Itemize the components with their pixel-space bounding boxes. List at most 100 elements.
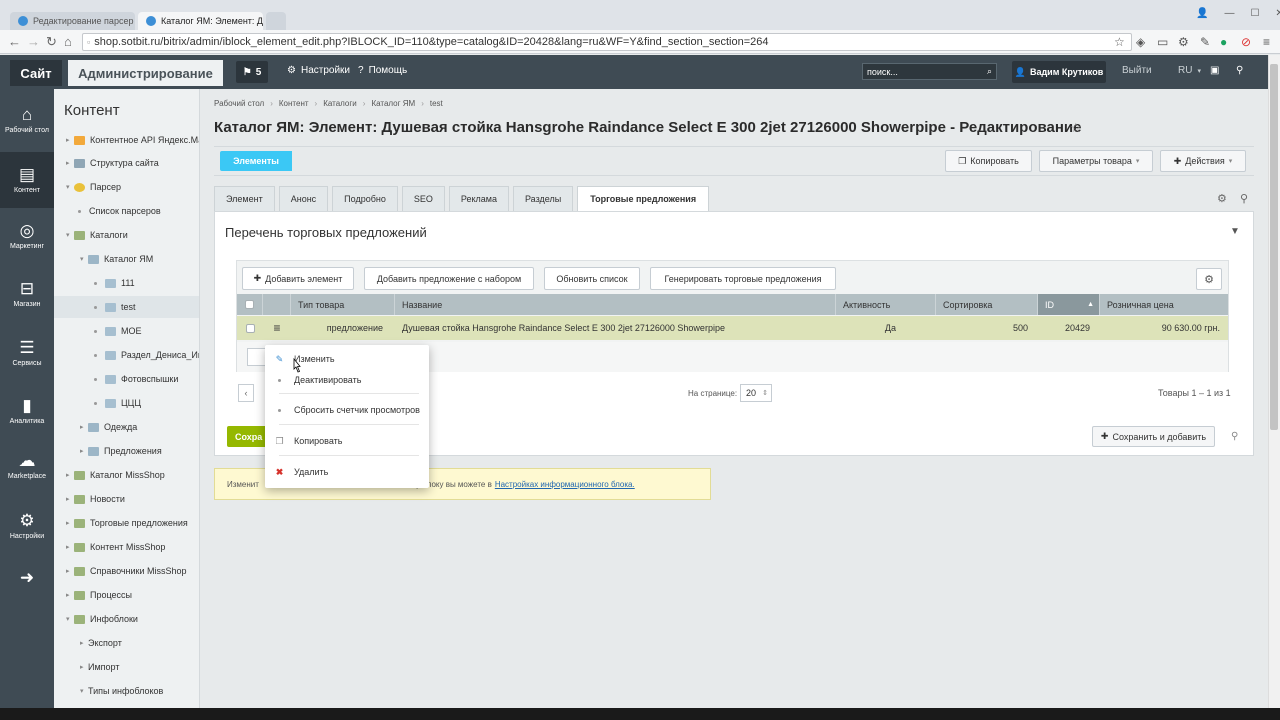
breadcrumb-link[interactable]: Контент bbox=[279, 99, 309, 108]
row-checkbox[interactable] bbox=[245, 323, 255, 333]
maximize-icon[interactable]: ☐ bbox=[1250, 8, 1259, 19]
breadcrumb-link[interactable]: Каталог ЯМ bbox=[371, 99, 415, 108]
column-header-name[interactable]: Название bbox=[395, 294, 836, 315]
tree-item[interactable]: МОЕ bbox=[54, 320, 199, 342]
nav-analytics[interactable]: ▮ Аналитика bbox=[0, 383, 54, 439]
column-header-id[interactable]: ID ▲ bbox=[1038, 294, 1100, 315]
list-settings-button[interactable]: ⚙ bbox=[1196, 268, 1222, 290]
language-select[interactable]: RU ▾ bbox=[1178, 65, 1201, 76]
nav-content[interactable]: ▤ Контент bbox=[0, 152, 54, 208]
logout-link[interactable]: Выйти bbox=[1122, 65, 1152, 76]
table-row[interactable]: ≡ предложение Душевая стойка Hansgrohe R… bbox=[237, 316, 1228, 340]
tree-item[interactable]: ▸ Процессы bbox=[54, 584, 199, 606]
tree-item[interactable]: ▸ Контент MissShop bbox=[54, 536, 199, 558]
refresh-list-button[interactable]: Обновить список bbox=[544, 267, 640, 290]
tree-item[interactable]: ▸ Справочники MissShop bbox=[54, 560, 199, 582]
notifications-button[interactable]: ⚑ 5 bbox=[236, 61, 268, 83]
nav-shop[interactable]: ⊟ Магазин bbox=[0, 266, 54, 322]
tree-item[interactable]: Список парсеров bbox=[54, 200, 199, 222]
menu-item-copy[interactable]: ❐ Копировать bbox=[265, 431, 429, 451]
back-icon[interactable]: ← bbox=[8, 34, 21, 49]
elements-button[interactable]: Элементы bbox=[220, 151, 292, 171]
tree-item[interactable]: ▾ Каталоги bbox=[54, 224, 199, 246]
tree-item[interactable]: ▸ Структура сайта bbox=[54, 152, 199, 174]
breadcrumb-link[interactable]: test bbox=[430, 99, 443, 108]
generate-offers-button[interactable]: Генерировать торговые предложения bbox=[650, 267, 836, 290]
collapse-icon[interactable]: ▼ bbox=[1230, 226, 1240, 237]
menu-item-edit[interactable]: ✎ Изменить bbox=[265, 349, 429, 369]
forward-icon[interactable]: → bbox=[27, 34, 40, 49]
favorite-star-icon[interactable]: ☆ bbox=[1070, 120, 1082, 136]
tree-item[interactable]: ▸ Каталог MissShop bbox=[54, 464, 199, 486]
tree-item[interactable]: ▸ Импорт bbox=[54, 656, 199, 678]
iblock-settings-link[interactable]: Настройках информационного блока. bbox=[495, 480, 635, 489]
pin-icon[interactable]: ⚲ bbox=[1236, 65, 1243, 76]
row-edit-button[interactable] bbox=[247, 348, 267, 366]
add-set-offer-button[interactable]: Добавить предложение с набором bbox=[364, 267, 534, 290]
close-window-icon[interactable]: ✕ bbox=[1275, 8, 1280, 19]
tree-item[interactable]: ▸ Новости bbox=[54, 488, 199, 510]
tab-seo[interactable]: SEO bbox=[401, 186, 445, 211]
column-header-price[interactable]: Розничная цена bbox=[1100, 294, 1228, 315]
nav-desktop[interactable]: ⌂ Рабочий стол bbox=[0, 92, 54, 148]
help-link[interactable]: ? Помощь bbox=[358, 65, 407, 76]
breadcrumb-link[interactable]: Каталоги bbox=[323, 99, 357, 108]
extension-green-icon[interactable]: ● bbox=[1220, 35, 1227, 49]
reload-icon[interactable]: ↻ bbox=[46, 34, 57, 50]
extension-opera-icon[interactable]: ⊘ bbox=[1241, 35, 1251, 49]
minimize-icon[interactable]: — bbox=[1224, 8, 1234, 19]
tab-detail[interactable]: Подробно bbox=[332, 186, 398, 211]
tree-item[interactable]: 111 bbox=[54, 272, 199, 294]
row-menu-icon[interactable]: ≡ bbox=[263, 316, 291, 340]
column-header-active[interactable]: Активность bbox=[836, 294, 936, 315]
column-header-type[interactable]: Тип товара bbox=[291, 294, 395, 315]
extension-shield-icon[interactable]: ◈ bbox=[1136, 35, 1145, 49]
menu-item-deactivate[interactable]: Деактивировать bbox=[265, 370, 429, 390]
extension-gear-icon[interactable]: ⚙ bbox=[1178, 35, 1189, 49]
add-element-button[interactable]: ✚ Добавить элемент bbox=[242, 267, 354, 290]
breadcrumb-link[interactable]: Рабочий стол bbox=[214, 99, 264, 108]
save-and-add-button[interactable]: ✚ Сохранить и добавить bbox=[1092, 426, 1215, 447]
scrollbar-thumb[interactable] bbox=[1270, 64, 1278, 430]
site-button[interactable]: Сайт bbox=[10, 60, 62, 86]
nav-expand[interactable]: ➜ bbox=[0, 550, 54, 606]
nav-marketplace[interactable]: ☁ Marketplace bbox=[0, 438, 54, 494]
copy-button[interactable]: ❐ Копировать bbox=[945, 150, 1032, 172]
select-all-checkbox[interactable] bbox=[245, 300, 254, 309]
tree-item[interactable]: ▸ Предложения bbox=[54, 440, 199, 462]
tree-item[interactable]: Фотовспышки bbox=[54, 368, 199, 390]
tree-item[interactable]: ▾ Типы инфоблоков bbox=[54, 680, 199, 702]
url-bar[interactable]: ▫ shop.sotbit.ru/bitrix/admin/iblock_elem… bbox=[82, 33, 1132, 51]
nav-services[interactable]: ☰ Сервисы bbox=[0, 325, 54, 381]
actions-button[interactable]: ✚ Действия ▾ bbox=[1160, 150, 1246, 172]
save-button[interactable]: Сохра bbox=[227, 426, 267, 447]
tree-item[interactable]: ▾ Инфоблоки bbox=[54, 608, 199, 630]
tab-trade-offers[interactable]: Торговые предложения bbox=[577, 186, 710, 211]
admin-search-input[interactable]: поиск... ⌕ bbox=[862, 63, 997, 80]
tab-settings-gear-icon[interactable]: ⚙ bbox=[1217, 192, 1227, 205]
user-profile-icon[interactable]: 👤 bbox=[1196, 8, 1208, 19]
prev-page-button[interactable]: ‹ bbox=[238, 384, 254, 402]
menu-item-reset-views[interactable]: Сбросить счетчик просмотров bbox=[265, 400, 429, 420]
admin-button[interactable]: Администрирование bbox=[68, 60, 223, 86]
tree-item[interactable]: ▾ Каталог ЯМ bbox=[54, 248, 199, 270]
bookmark-star-icon[interactable]: ☆ bbox=[1114, 35, 1125, 49]
menu-icon[interactable]: ≡ bbox=[1263, 35, 1270, 49]
settings-link[interactable]: ⚙ Настройки bbox=[287, 65, 350, 76]
tab-ads[interactable]: Реклама bbox=[448, 186, 509, 211]
new-tab-button[interactable] bbox=[266, 12, 286, 30]
tab-element[interactable]: Элемент bbox=[214, 186, 275, 211]
tab-pin-icon[interactable]: ⚲ bbox=[1240, 192, 1248, 205]
tree-item[interactable]: ЦЦЦ bbox=[54, 392, 199, 414]
tree-item[interactable]: test bbox=[54, 296, 199, 318]
user-button[interactable]: 👤 Вадим Крутиков bbox=[1012, 61, 1106, 83]
tree-item[interactable]: ▾ Парсер bbox=[54, 176, 199, 198]
tab-preview[interactable]: Анонс bbox=[278, 186, 329, 211]
tree-item[interactable]: ▸ Торговые предложения bbox=[54, 512, 199, 534]
tree-item[interactable]: ▸ Одежда bbox=[54, 416, 199, 438]
extension-pen-icon[interactable]: ✎ bbox=[1200, 35, 1210, 49]
tree-item[interactable]: ▸ Контентное API Яндекс.Ма bbox=[54, 129, 199, 151]
nav-marketing[interactable]: ◎ Маркетинг bbox=[0, 208, 54, 264]
extension-cast-icon[interactable]: ▭ bbox=[1157, 35, 1168, 49]
tab-sections[interactable]: Разделы bbox=[512, 186, 574, 211]
